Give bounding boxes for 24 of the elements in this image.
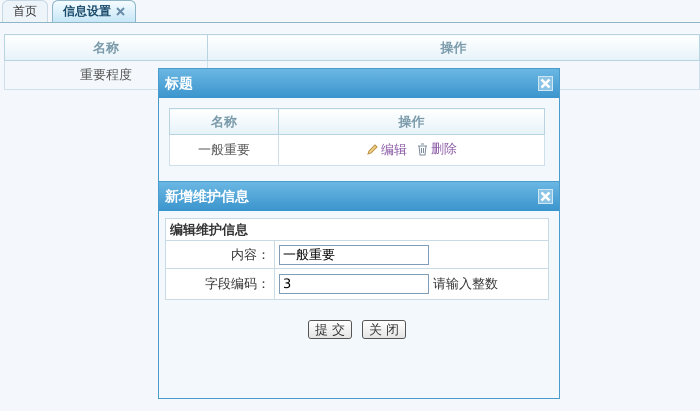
close-icon[interactable] <box>116 7 125 16</box>
field-label: 字段编码： <box>166 268 274 300</box>
column-header: 名称 <box>4 34 208 60</box>
column-header: 操作 <box>208 34 700 60</box>
section-title: 编辑维护信息 <box>166 218 548 240</box>
pencil-icon <box>366 144 378 156</box>
table-cell: 一般重要 <box>170 134 278 166</box>
delete-link[interactable]: 删除 <box>417 140 457 158</box>
input-field[interactable]: 3 <box>279 274 429 294</box>
trash-icon <box>417 142 428 156</box>
close-button[interactable] <box>538 189 553 204</box>
field-label: 内容： <box>166 240 274 268</box>
dialog-title: 新增维护信息 <box>165 188 249 206</box>
hint-text: 请输入整数 <box>433 276 498 293</box>
column-header: 名称 <box>170 108 278 134</box>
input-field[interactable]: 一般重要 <box>279 244 429 264</box>
submit-button[interactable]: 提 交 <box>308 320 352 339</box>
tab[interactable]: 信息设置 <box>52 0 136 22</box>
dialog-title: 标题 <box>165 74 193 92</box>
close-button[interactable]: 关 闭 <box>362 320 406 339</box>
column-header: 操作 <box>278 108 544 134</box>
close-button[interactable] <box>538 76 553 91</box>
tab[interactable]: 首页 <box>2 0 48 22</box>
edit-link[interactable]: 编辑 <box>366 140 407 159</box>
